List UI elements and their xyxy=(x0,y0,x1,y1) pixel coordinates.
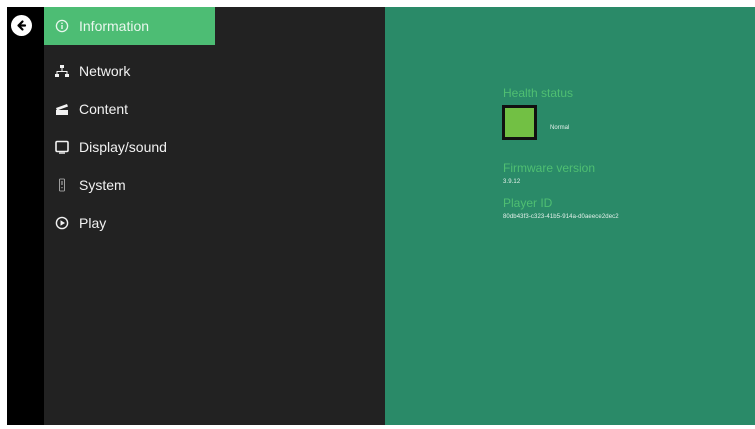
menu-item-network[interactable]: Network xyxy=(44,52,385,90)
play-icon xyxy=(55,216,69,230)
menu-item-play[interactable]: Play xyxy=(44,204,385,242)
back-arrow-icon xyxy=(17,20,27,31)
player-id-value: 80db43f3-c323-41b5-914a-d0aeece2dec2 xyxy=(503,214,619,220)
back-button[interactable] xyxy=(11,15,32,36)
menu-item-label: Play xyxy=(79,215,107,231)
health-status-indicator xyxy=(502,105,537,140)
network-icon xyxy=(55,64,69,78)
information-panel: Health status Normal Firmware version 3.… xyxy=(385,7,755,425)
firmware-version-value: 3.9.12 xyxy=(503,179,521,185)
menu-item-label: Content xyxy=(79,101,129,117)
settings-window: Information Network Content Display/soun… xyxy=(7,7,755,425)
menu-item-label: Network xyxy=(79,63,131,79)
info-icon xyxy=(55,19,69,33)
menu-item-information[interactable]: Information xyxy=(44,7,215,45)
menu-item-label: System xyxy=(79,177,126,193)
display-icon xyxy=(55,140,69,154)
menu-item-label: Information xyxy=(79,18,150,34)
menu-item-label: Display/sound xyxy=(79,139,167,155)
health-status-label: Health status xyxy=(503,86,574,100)
menu-item-system[interactable]: System xyxy=(44,166,385,204)
system-icon xyxy=(55,178,69,192)
player-id-label: Player ID xyxy=(503,196,553,210)
health-status-value: Normal xyxy=(550,125,570,131)
menu-item-display-sound[interactable]: Display/sound xyxy=(44,128,385,166)
firmware-version-label: Firmware version xyxy=(503,161,596,175)
settings-menu: Information Network Content Display/soun… xyxy=(44,7,385,425)
menu-item-content[interactable]: Content xyxy=(44,90,385,128)
content-icon xyxy=(55,102,69,116)
back-rail xyxy=(7,7,44,425)
